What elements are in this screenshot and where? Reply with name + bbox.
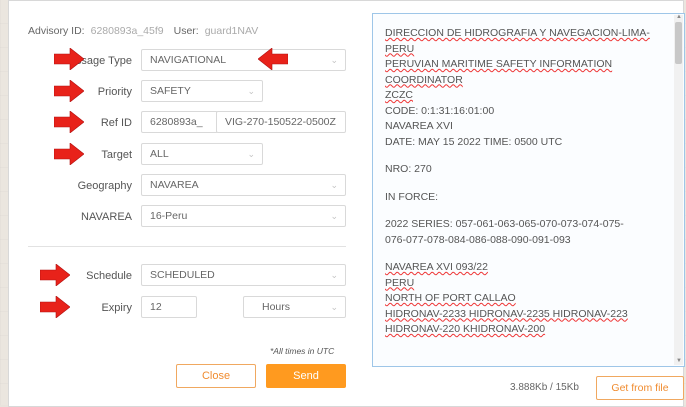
message-line: 076-077-078-084-086-088-090-091-093 bbox=[385, 233, 571, 246]
user-label: User: bbox=[173, 25, 199, 37]
chevron-down-icon: ⌄ bbox=[247, 86, 255, 96]
navarea-value: 16-Peru bbox=[150, 210, 188, 222]
geography-select[interactable]: NAVAREA ⌄ bbox=[141, 174, 346, 196]
message-line: NORTH OF PORT CALLAO bbox=[385, 292, 516, 304]
message-textarea[interactable]: DIRECCION DE HIDROGRAFIA Y NAVEGACION-LI… bbox=[372, 13, 685, 367]
expiry-value: 12 bbox=[150, 301, 162, 313]
message-scroll-thumb[interactable] bbox=[675, 22, 682, 64]
schedule-value: SCHEDULED bbox=[150, 269, 215, 281]
message-scrollbar[interactable] bbox=[674, 15, 683, 365]
message-line: NRO: 270 bbox=[385, 163, 432, 175]
schedule-select[interactable]: SCHEDULED ⌄ bbox=[141, 264, 346, 286]
ref-id-prefix-input[interactable]: 6280893a_ bbox=[141, 111, 218, 133]
message-size-indicator: 3.888Kb / 15Kb bbox=[510, 382, 579, 393]
advisory-id-label: Advisory ID: bbox=[28, 25, 85, 37]
chevron-down-icon: ⌄ bbox=[247, 149, 255, 159]
arrow-right-icon bbox=[54, 143, 84, 165]
message-line: HIDRONAV-220 KHIDRONAV-200 bbox=[385, 323, 546, 335]
message-line: NAVAREA XVI 093/22 bbox=[385, 261, 488, 273]
message-line: HIDRONAV-2233 HIDRONAV-2235 HIDRONAV-223 bbox=[385, 307, 628, 320]
utc-note: *All times in UTC bbox=[270, 346, 335, 356]
chevron-down-icon: ⌄ bbox=[330, 180, 338, 190]
priority-select[interactable]: SAFETY ⌄ bbox=[141, 80, 263, 102]
geography-value: NAVAREA bbox=[150, 179, 199, 191]
chevron-down-icon: ⌄ bbox=[330, 270, 338, 280]
message-line: DIRECCION DE HIDROGRAFIA Y NAVEGACION-LI… bbox=[385, 27, 650, 39]
arrow-right-icon bbox=[54, 80, 84, 102]
message-type-value: NAVIGATIONAL bbox=[150, 54, 227, 66]
chevron-down-icon: ⌄ bbox=[330, 302, 338, 312]
ref-id-suffix-value: VIG-270-150522-0500Z bbox=[225, 116, 336, 128]
message-line: PERU bbox=[385, 42, 415, 55]
message-line: PERU bbox=[385, 276, 415, 289]
scroll-down-icon[interactable]: ▼ bbox=[676, 358, 682, 364]
message-type-select[interactable]: NAVIGATIONAL ⌄ bbox=[141, 49, 346, 71]
arrow-right-icon bbox=[54, 48, 84, 70]
advisory-header: Advisory ID: 6280893a_45f9 User: guard1NAV bbox=[28, 25, 268, 37]
arrow-right-icon bbox=[40, 264, 70, 286]
message-line: NAVAREA XVI bbox=[385, 120, 453, 132]
ref-id-suffix-input[interactable]: VIG-270-150522-0500Z bbox=[216, 111, 346, 133]
message-line: COORDINATOR bbox=[385, 73, 463, 86]
chevron-down-icon: ⌄ bbox=[330, 55, 338, 65]
navarea-select[interactable]: 16-Peru ⌄ bbox=[141, 205, 346, 227]
chevron-down-icon: ⌄ bbox=[330, 211, 338, 221]
expiry-input[interactable]: 12 bbox=[141, 296, 197, 318]
message-text: DIRECCION DE HIDROGRAFIA Y NAVEGACION-LI… bbox=[385, 26, 661, 338]
message-line: DATE: MAY 15 2022 TIME: 0500 UTC bbox=[385, 135, 563, 148]
target-value: ALL bbox=[150, 148, 169, 160]
message-line: 2022 SERIES: 057-061-063-065-070-073-074… bbox=[385, 218, 624, 230]
geography-label: Geography bbox=[77, 180, 132, 192]
advisory-id-value: 6280893a_45f9 bbox=[90, 25, 164, 37]
priority-value: SAFETY bbox=[150, 85, 191, 97]
message-line: ZCZC bbox=[385, 89, 413, 101]
user-value: guard1NAV bbox=[204, 25, 259, 37]
arrow-right-icon bbox=[54, 111, 84, 133]
navarea-label: NAVAREA bbox=[81, 211, 132, 223]
send-button[interactable]: Send bbox=[266, 364, 346, 388]
target-select[interactable]: ALL ⌄ bbox=[141, 143, 263, 165]
get-from-file-button[interactable]: Get from file bbox=[596, 376, 684, 400]
message-line: IN FORCE: bbox=[385, 190, 439, 203]
close-button[interactable]: Close bbox=[176, 364, 256, 388]
arrow-left-icon bbox=[258, 48, 288, 70]
expiry-unit-value: Hours bbox=[262, 301, 291, 313]
message-line: CODE: 0:1:31:16:01:00 bbox=[385, 104, 495, 117]
message-line: PERUVIAN MARITIME SAFETY INFORMATION bbox=[385, 58, 613, 70]
ref-id-prefix-value: 6280893a_ bbox=[150, 116, 203, 128]
arrow-right-icon bbox=[40, 296, 70, 318]
expiry-unit-select[interactable]: Hours ⌄ bbox=[243, 296, 346, 318]
scroll-up-icon[interactable]: ▲ bbox=[676, 14, 682, 20]
section-divider bbox=[28, 246, 346, 247]
